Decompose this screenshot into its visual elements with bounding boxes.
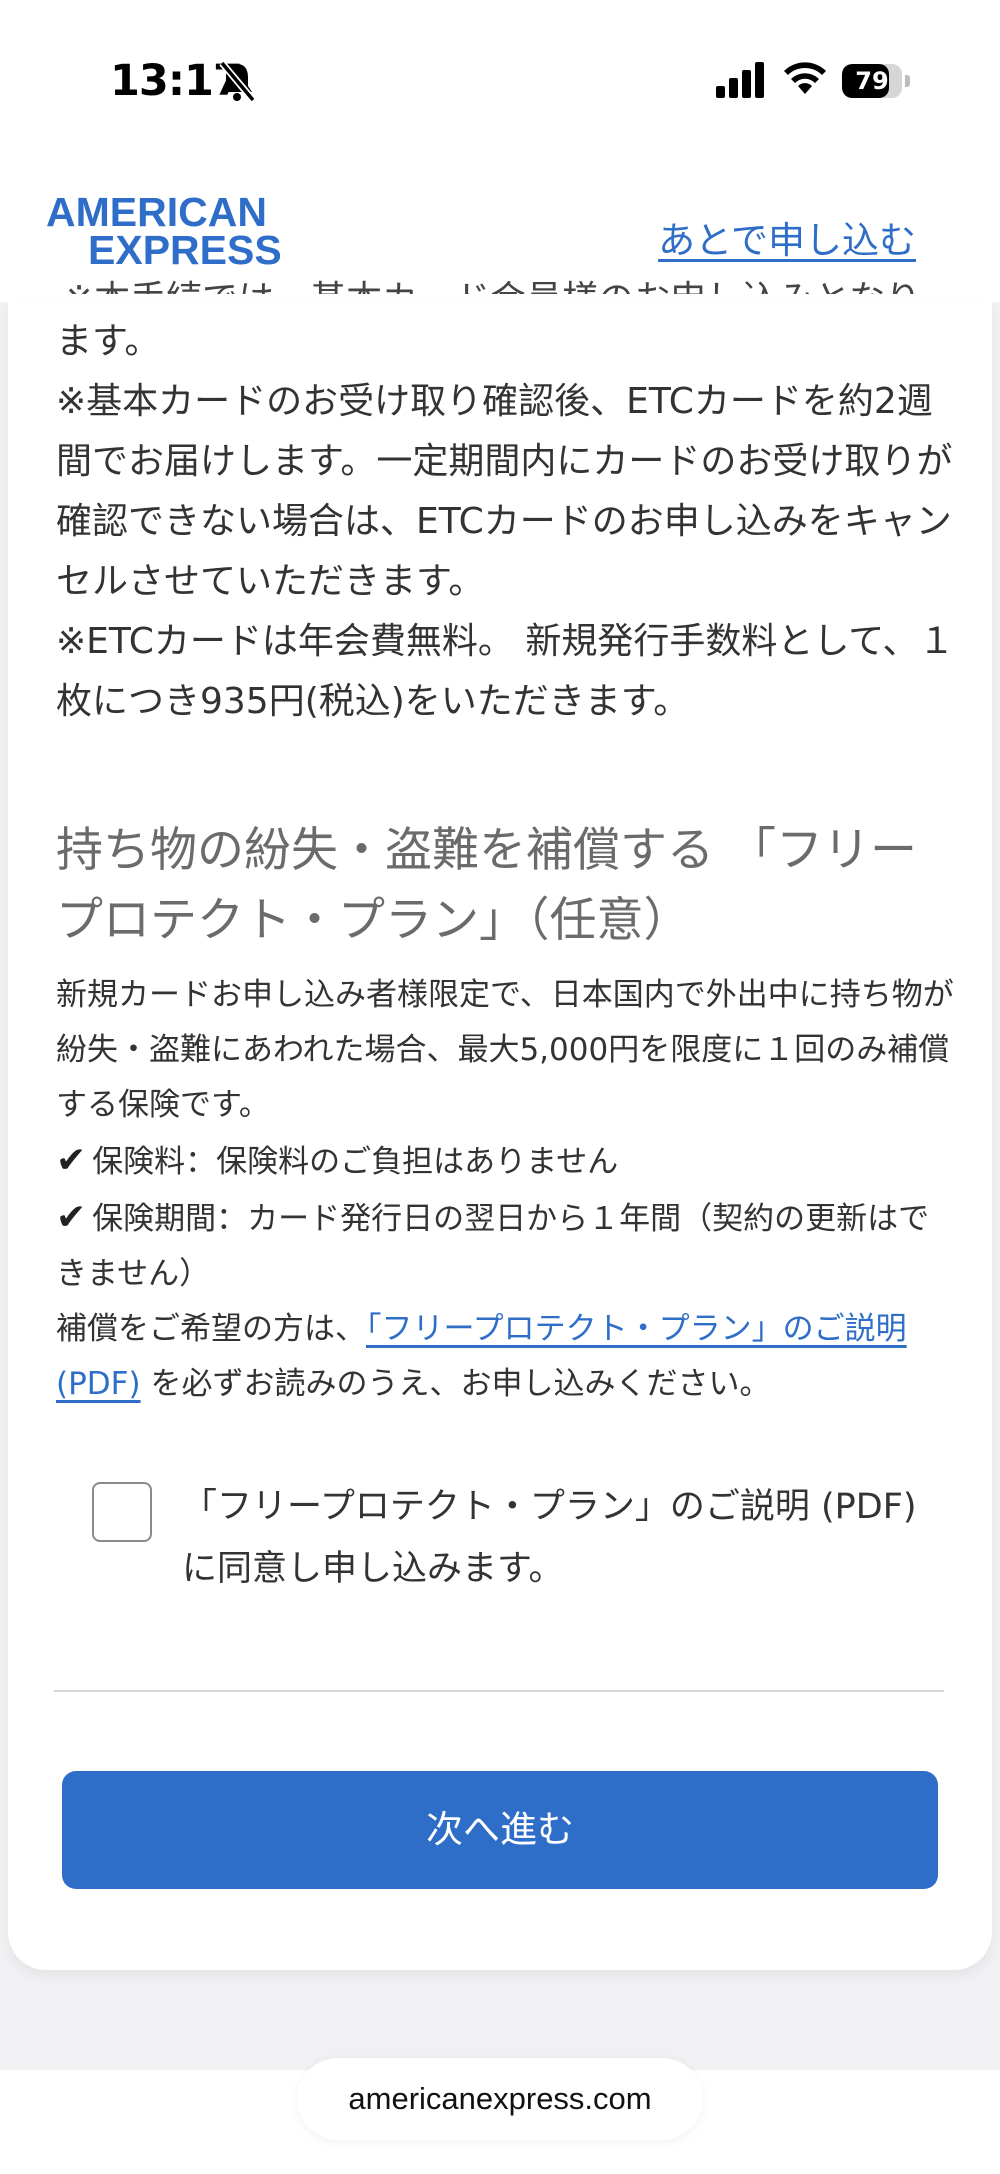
agree-checkbox[interactable]: [92, 1482, 152, 1542]
amex-logo[interactable]: AMERICAN EXPRESS: [46, 189, 306, 273]
agree-checkbox-row[interactable]: 「フリープロテクト・プラン」のご説明 (PDF) に同意し申し込みます。: [92, 1476, 917, 1596]
etc-note-cut-off: ※本手続では、基本カード会員様のお申し込みとなり: [64, 270, 944, 294]
premium-item: ✔ 保険料：保険料のご負担はありません: [56, 1133, 956, 1190]
free-protect-body: 新規カードお申し込み者様限定で、日本国内で外出中に持ち物が紛失・盗難にあわれた場…: [56, 968, 956, 1412]
bell-slash-icon: [219, 60, 256, 102]
etc-note-continued: ます。: [56, 321, 161, 362]
agree-checkbox-label[interactable]: 「フリープロテクト・プラン」のご説明 (PDF) に同意し申し込みます。: [182, 1476, 922, 1600]
url-bar[interactable]: americanexpress.com: [297, 2058, 703, 2140]
free-protect-title: 持ち物の紛失・盗難を補償する 「フリープロテクト・プラン」（任意）: [56, 823, 917, 948]
checkmark-icon: ✔: [56, 1197, 87, 1238]
period-item: ✔ 保険期間：カード発行日の翌日から１年間（契約の更新はできません）: [56, 1190, 956, 1302]
divider: [54, 1690, 944, 1692]
period-text: 保険期間：カード発行日の翌日から１年間（契約の更新はできません）: [56, 1201, 930, 1292]
read-instructions: 補償をご希望の方は、「フリープロテクト・プラン」のご説明(PDF) を必ずお読み…: [56, 1302, 956, 1412]
read-suffix: を必ずお読みのうえ、お申し込みください。: [150, 1366, 771, 1402]
apply-later-link[interactable]: あとで申し込む: [658, 210, 916, 264]
battery-nub: [905, 75, 910, 87]
wifi-icon: [784, 62, 826, 94]
etc-note-fee: ※ETCカードは年会費無料。 新規発行手数料として、１枚につき935円(税込)を…: [56, 621, 955, 722]
battery-icon: 79: [842, 64, 912, 98]
premium-text: 保険料：保険料のご負担はありません: [92, 1144, 619, 1180]
etc-notes: ます。 ※基本カードのお受け取り確認後、ETCカードを約2週間でお届けします。一…: [56, 312, 956, 732]
checkmark-icon: ✔: [56, 1140, 87, 1181]
logo-line1: AMERICAN: [46, 189, 267, 235]
free-protect-description: 新規カードお申し込み者様限定で、日本国内で外出中に持ち物が紛失・盗難にあわれた場…: [56, 977, 954, 1123]
status-bar: 13:17 79: [0, 0, 1000, 160]
application-card: ※本手続では、基本カード会員様のお申し込みとなり ます。 ※基本カードのお受け取…: [8, 279, 992, 1970]
cellular-signal-icon: [716, 62, 764, 98]
battery-body: 79: [842, 64, 902, 98]
battery-percent: 79: [855, 67, 889, 95]
next-button[interactable]: 次へ進む: [62, 1771, 938, 1889]
logo-line2: EXPRESS: [88, 227, 282, 273]
etc-note-delivery: ※基本カードのお受け取り確認後、ETCカードを約2週間でお届けします。一定期間内…: [56, 381, 953, 602]
read-prefix: 補償をご希望の方は、: [56, 1311, 366, 1347]
